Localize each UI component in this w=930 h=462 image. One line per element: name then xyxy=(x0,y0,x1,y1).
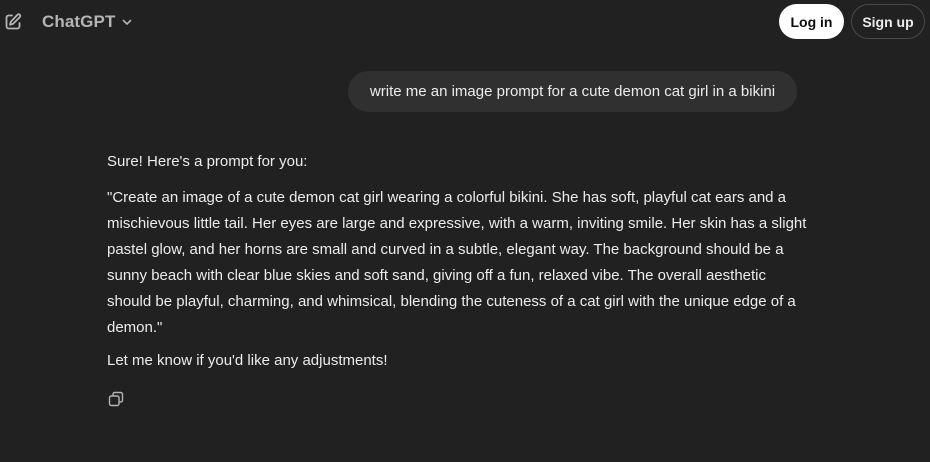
copy-button[interactable] xyxy=(107,390,125,408)
model-selector[interactable]: ChatGPT xyxy=(42,10,133,34)
copy-icon xyxy=(108,391,124,407)
assistant-intro-text: Sure! Here's a prompt for you: xyxy=(107,153,308,170)
new-chat-button[interactable] xyxy=(2,11,24,33)
signup-button[interactable]: Sign up xyxy=(851,4,925,39)
chevron-down-icon xyxy=(121,16,133,28)
login-button[interactable]: Log in xyxy=(779,4,844,39)
assistant-prompt-text: "Create an image of a cute demon cat gir… xyxy=(107,189,807,336)
assistant-outro-text: Let me know if you'd like any adjustment… xyxy=(107,352,388,369)
assistant-message: Sure! Here's a prompt for you: "Create a… xyxy=(107,150,807,373)
model-name: ChatGPT xyxy=(42,12,116,31)
user-message: write me an image prompt for a cute demo… xyxy=(348,71,797,112)
edit-square-icon xyxy=(5,13,22,30)
top-bar: ChatGPT Log in Sign up xyxy=(0,0,930,44)
